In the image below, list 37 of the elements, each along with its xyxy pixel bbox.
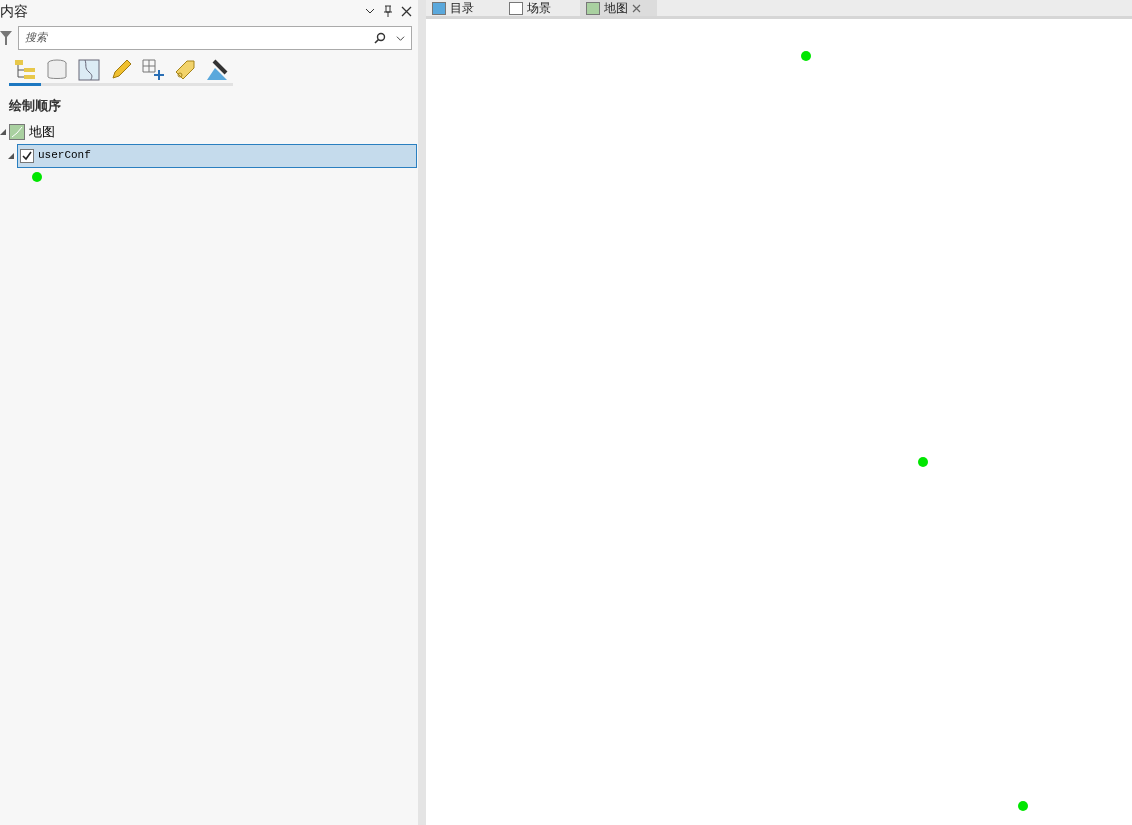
- tab-label: 地图: [604, 2, 628, 14]
- tab-label: 目录: [450, 2, 474, 14]
- search-bar[interactable]: 搜索: [18, 26, 412, 50]
- tab-icon: [432, 1, 446, 15]
- expand-caret-icon[interactable]: [0, 128, 6, 135]
- map-icon: [9, 123, 25, 140]
- document-tab[interactable]: 目录: [426, 0, 503, 16]
- dropdown-caret-icon[interactable]: [396, 33, 405, 43]
- layer-item[interactable]: userConf: [17, 143, 417, 168]
- layer-name: userConf: [38, 148, 91, 164]
- pencil-icon: [109, 57, 133, 82]
- pin-icon[interactable]: [383, 5, 393, 17]
- close-icon[interactable]: [401, 5, 412, 17]
- tab-label: 场景: [527, 2, 551, 14]
- document-tab[interactable]: 场景: [503, 0, 580, 16]
- tag-icon: [173, 57, 197, 82]
- filter-icon[interactable]: [0, 30, 12, 46]
- section-title: 绘制顺序: [9, 97, 62, 115]
- map-sheet-icon: [77, 57, 101, 82]
- panel-title: 内容: [0, 1, 28, 21]
- layer-checkbox[interactable]: [20, 148, 34, 163]
- point-marker: [1018, 801, 1028, 811]
- search-icon[interactable]: [374, 32, 386, 44]
- tab-icon: [509, 1, 523, 15]
- search-field[interactable]: 搜索: [25, 29, 374, 47]
- tab-icon: [586, 1, 600, 15]
- point-marker: [918, 457, 928, 467]
- check-icon: [22, 150, 32, 161]
- grid-add-icon: [141, 57, 165, 82]
- dropdown-caret-icon[interactable]: [365, 6, 375, 16]
- expand-caret-icon[interactable]: [8, 152, 14, 159]
- map-name[interactable]: 地图: [29, 121, 55, 142]
- point-symbol-icon: [32, 171, 42, 182]
- document-tab[interactable]: 地图: [580, 0, 657, 16]
- database-icon: [45, 57, 69, 82]
- point-marker: [801, 51, 811, 61]
- list-by-drawing-order-icon: [13, 57, 37, 82]
